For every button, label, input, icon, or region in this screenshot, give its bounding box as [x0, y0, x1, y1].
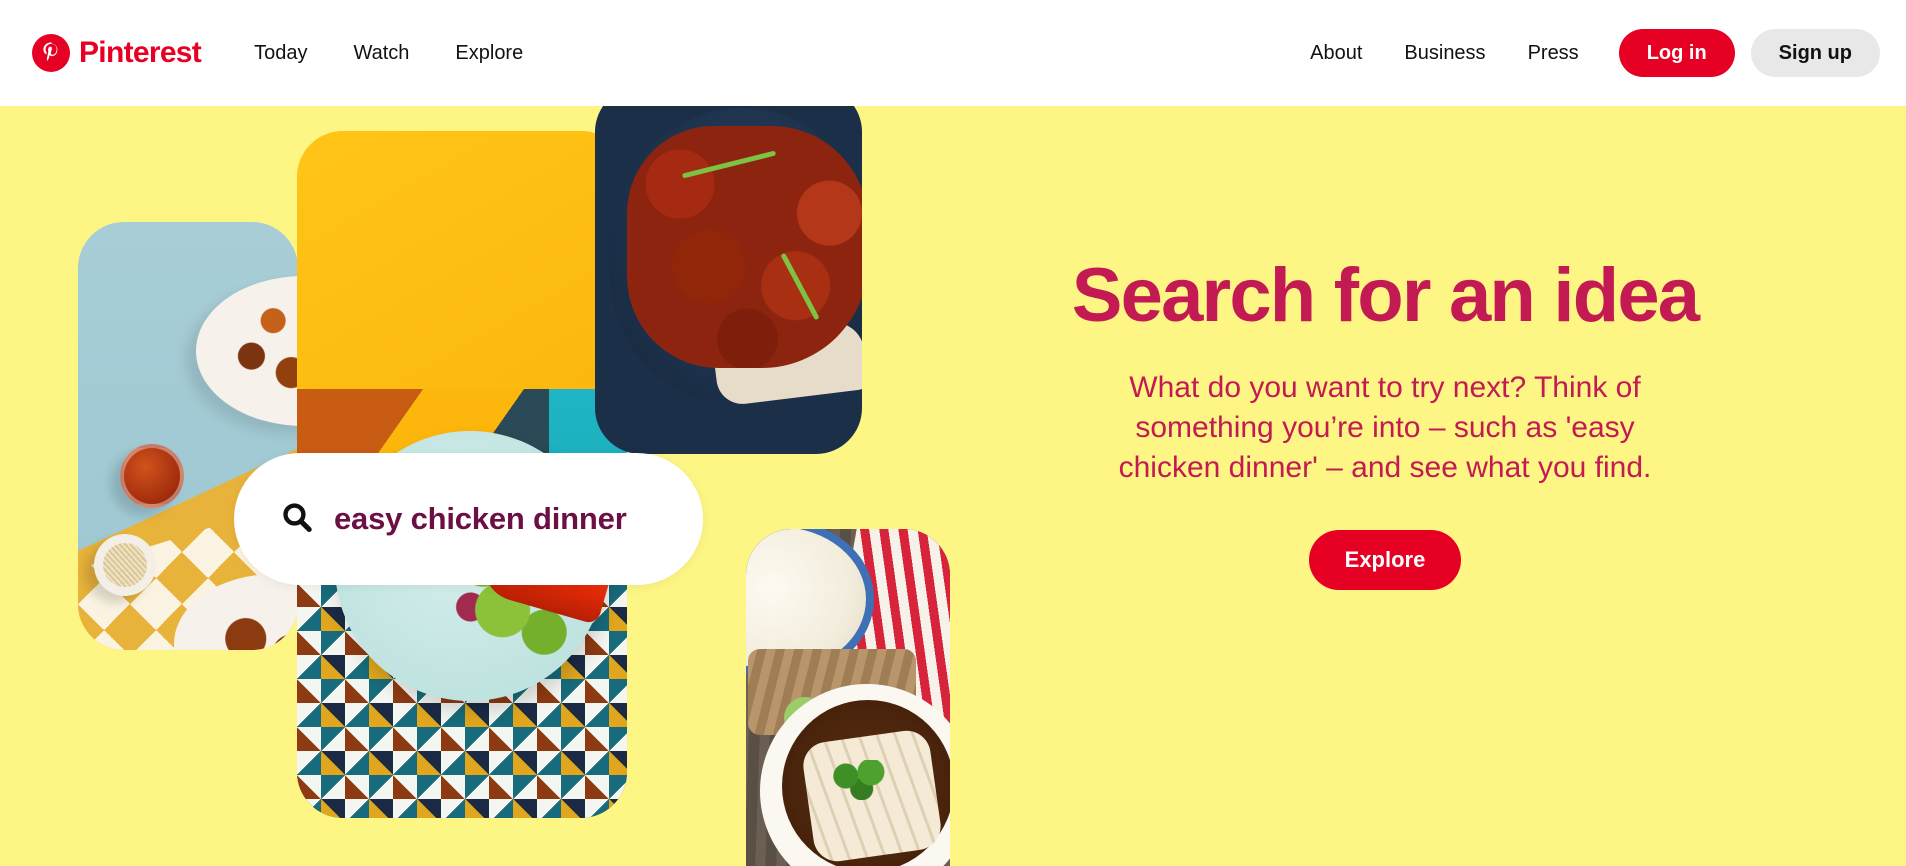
search-pill[interactable]: easy chicken dinner [234, 453, 703, 585]
primary-nav: Today Watch Explore [236, 34, 541, 73]
collage-card-sticky-chicken-pan [595, 106, 862, 454]
sauce-bowl [120, 444, 184, 508]
explore-button[interactable]: Explore [1308, 529, 1462, 590]
hero-copy: Search for an idea What do you want to t… [1005, 258, 1765, 590]
pinterest-brand-link[interactable]: Pinterest [32, 34, 202, 72]
plate-top [196, 276, 298, 426]
signup-button[interactable]: Sign up [1750, 29, 1880, 77]
hero-title: Search for an idea [1071, 253, 1700, 338]
brand-name: Pinterest [79, 36, 202, 69]
sesame-bowl [94, 534, 156, 596]
search-icon [280, 500, 314, 539]
search-query-text: easy chicken dinner [334, 501, 627, 536]
nav-item-about[interactable]: About [1294, 34, 1378, 73]
nav-item-press[interactable]: Press [1512, 34, 1595, 73]
site-header: Pinterest Today Watch Explore About Busi… [0, 0, 1906, 106]
nav-item-today[interactable]: Today [236, 34, 325, 73]
collage-card-rice-poached-chicken [746, 529, 950, 866]
hero-subtitle: What do you want to try next? Think of s… [1118, 371, 1652, 484]
secondary-nav: About Business Press Log in Sign up [1294, 29, 1880, 77]
hero-section: easy chicken dinner Search for an idea W… [0, 106, 1906, 866]
pinterest-logo-icon [32, 34, 70, 72]
yellow-block [297, 131, 627, 431]
nav-item-watch[interactable]: Watch [335, 34, 427, 73]
cilantro-garnish [830, 760, 896, 800]
nav-item-explore[interactable]: Explore [437, 34, 541, 73]
collage-card-teal-table-flatlay [78, 222, 298, 650]
login-button[interactable]: Log in [1618, 29, 1735, 77]
nav-item-business[interactable]: Business [1388, 34, 1501, 73]
